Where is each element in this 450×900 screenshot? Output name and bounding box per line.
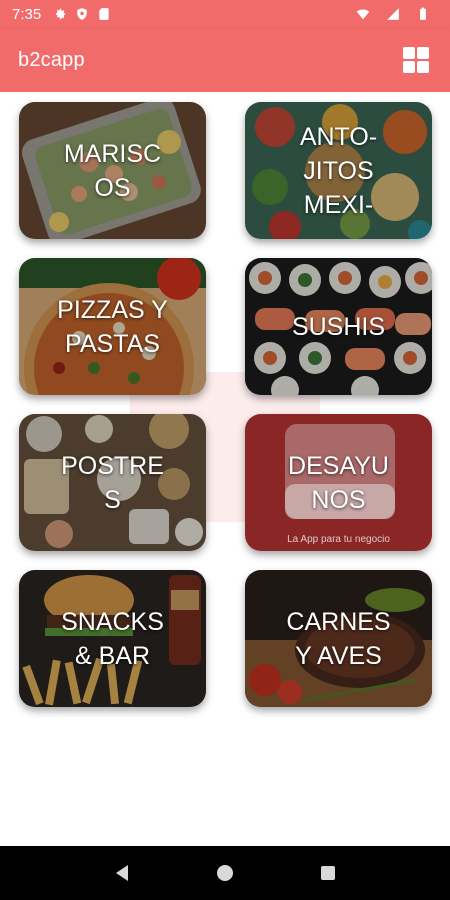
category-grid: MARISC OS ANTO- JITOS MEXI- PIZZAS Y PAS… bbox=[0, 92, 450, 846]
back-button[interactable] bbox=[110, 861, 134, 885]
recents-icon bbox=[321, 866, 336, 880]
watermark-tagline: La App para tu negocio bbox=[287, 534, 390, 545]
grid-view-icon bbox=[403, 47, 429, 73]
category-pizzas-y-pastas[interactable]: PIZZAS Y PASTAS bbox=[19, 258, 206, 395]
app-title: b2capp bbox=[18, 48, 85, 71]
app-bar: b2capp bbox=[0, 28, 450, 92]
category-label: CARNES Y AVES bbox=[286, 607, 391, 670]
grid-view-button[interactable] bbox=[400, 44, 432, 76]
category-label: ANTO- JITOS MEXI- bbox=[299, 122, 378, 219]
status-bar: 7:35 bbox=[0, 0, 450, 28]
system-nav-bar bbox=[0, 846, 450, 900]
home-button[interactable] bbox=[213, 861, 237, 885]
sd-card-icon bbox=[99, 8, 109, 20]
category-antojitos-mexicanos[interactable]: ANTO- JITOS MEXI- bbox=[245, 102, 432, 239]
category-mariscos[interactable]: MARISC OS bbox=[19, 102, 206, 239]
category-label: PIZZAS Y PASTAS bbox=[57, 295, 168, 358]
category-label: SUSHIS bbox=[291, 312, 386, 341]
category-label: SNACKS & BAR bbox=[61, 607, 164, 670]
battery-icon bbox=[420, 7, 426, 20]
wifi-icon bbox=[356, 9, 370, 20]
shield-icon bbox=[77, 8, 87, 20]
gear-icon bbox=[56, 8, 66, 20]
status-time: 7:35 bbox=[12, 5, 42, 23]
category-desayunos[interactable]: DESAYU NOS La App para tu negocio bbox=[245, 414, 432, 551]
category-snacks-y-bar[interactable]: SNACKS & BAR bbox=[19, 570, 206, 707]
category-label: DESAYU NOS bbox=[288, 451, 389, 514]
signal-icon bbox=[387, 8, 399, 20]
home-icon bbox=[216, 865, 233, 881]
category-label: MARISC OS bbox=[63, 139, 162, 202]
category-sushis[interactable]: SUSHIS bbox=[245, 258, 432, 395]
category-postres[interactable]: POSTRE S bbox=[19, 414, 206, 551]
category-carnes-y-aves[interactable]: CARNES Y AVES bbox=[245, 570, 432, 707]
back-icon bbox=[115, 865, 128, 881]
recents-button[interactable] bbox=[316, 861, 340, 885]
category-label: POSTRE S bbox=[61, 451, 164, 514]
